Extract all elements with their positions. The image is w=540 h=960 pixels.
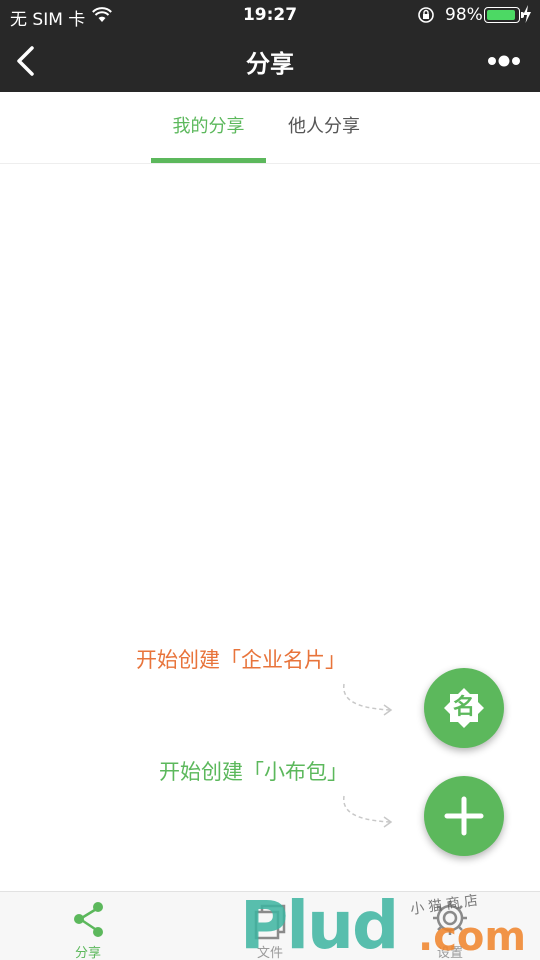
tab-bar-settings[interactable]: 设置 (360, 892, 540, 960)
status-bar: 无 SIM 卡 19:27 98% (0, 0, 540, 30)
share-tabs: 我的分享 他人分享 (0, 92, 540, 164)
tab-bar-files[interactable]: 文件 (180, 892, 360, 960)
tab-bar-share-label: 分享 (74, 946, 101, 960)
tab-bar-settings-label: 设置 (436, 946, 463, 960)
files-icon (250, 898, 290, 944)
tab-others-shares[interactable]: 他人分享 (278, 92, 370, 164)
bottom-tab-bar: 分享 文件 设置 (0, 891, 540, 960)
battery-level-fill (487, 10, 515, 20)
share-icon (70, 898, 110, 944)
create-card-button[interactable]: 名 (424, 668, 504, 748)
tab-bar-share[interactable]: 分享 (0, 892, 180, 960)
battery-percent: 98% (445, 5, 483, 25)
charging-icon (522, 5, 532, 28)
create-bag-prompt: 开始创建「小布包」 (159, 760, 348, 784)
rotation-lock-icon (417, 6, 435, 29)
dashed-arrow-icon (338, 792, 398, 836)
tab-bar-files-label: 文件 (256, 946, 283, 960)
create-card-prompt: 开始创建「企业名片」 (136, 648, 346, 672)
plus-icon (444, 796, 484, 836)
nav-bar: 分享 (0, 30, 540, 92)
battery-icon (484, 7, 524, 23)
card-badge-text: 名 (452, 695, 475, 720)
create-bag-button[interactable] (424, 776, 504, 856)
gear-icon (430, 898, 470, 944)
more-dots-icon[interactable] (484, 49, 524, 73)
tab-my-shares[interactable]: 我的分享 (151, 92, 266, 164)
page-title: 分享 (246, 50, 294, 78)
dashed-arrow-icon (338, 680, 398, 724)
active-tab-indicator (151, 158, 266, 163)
